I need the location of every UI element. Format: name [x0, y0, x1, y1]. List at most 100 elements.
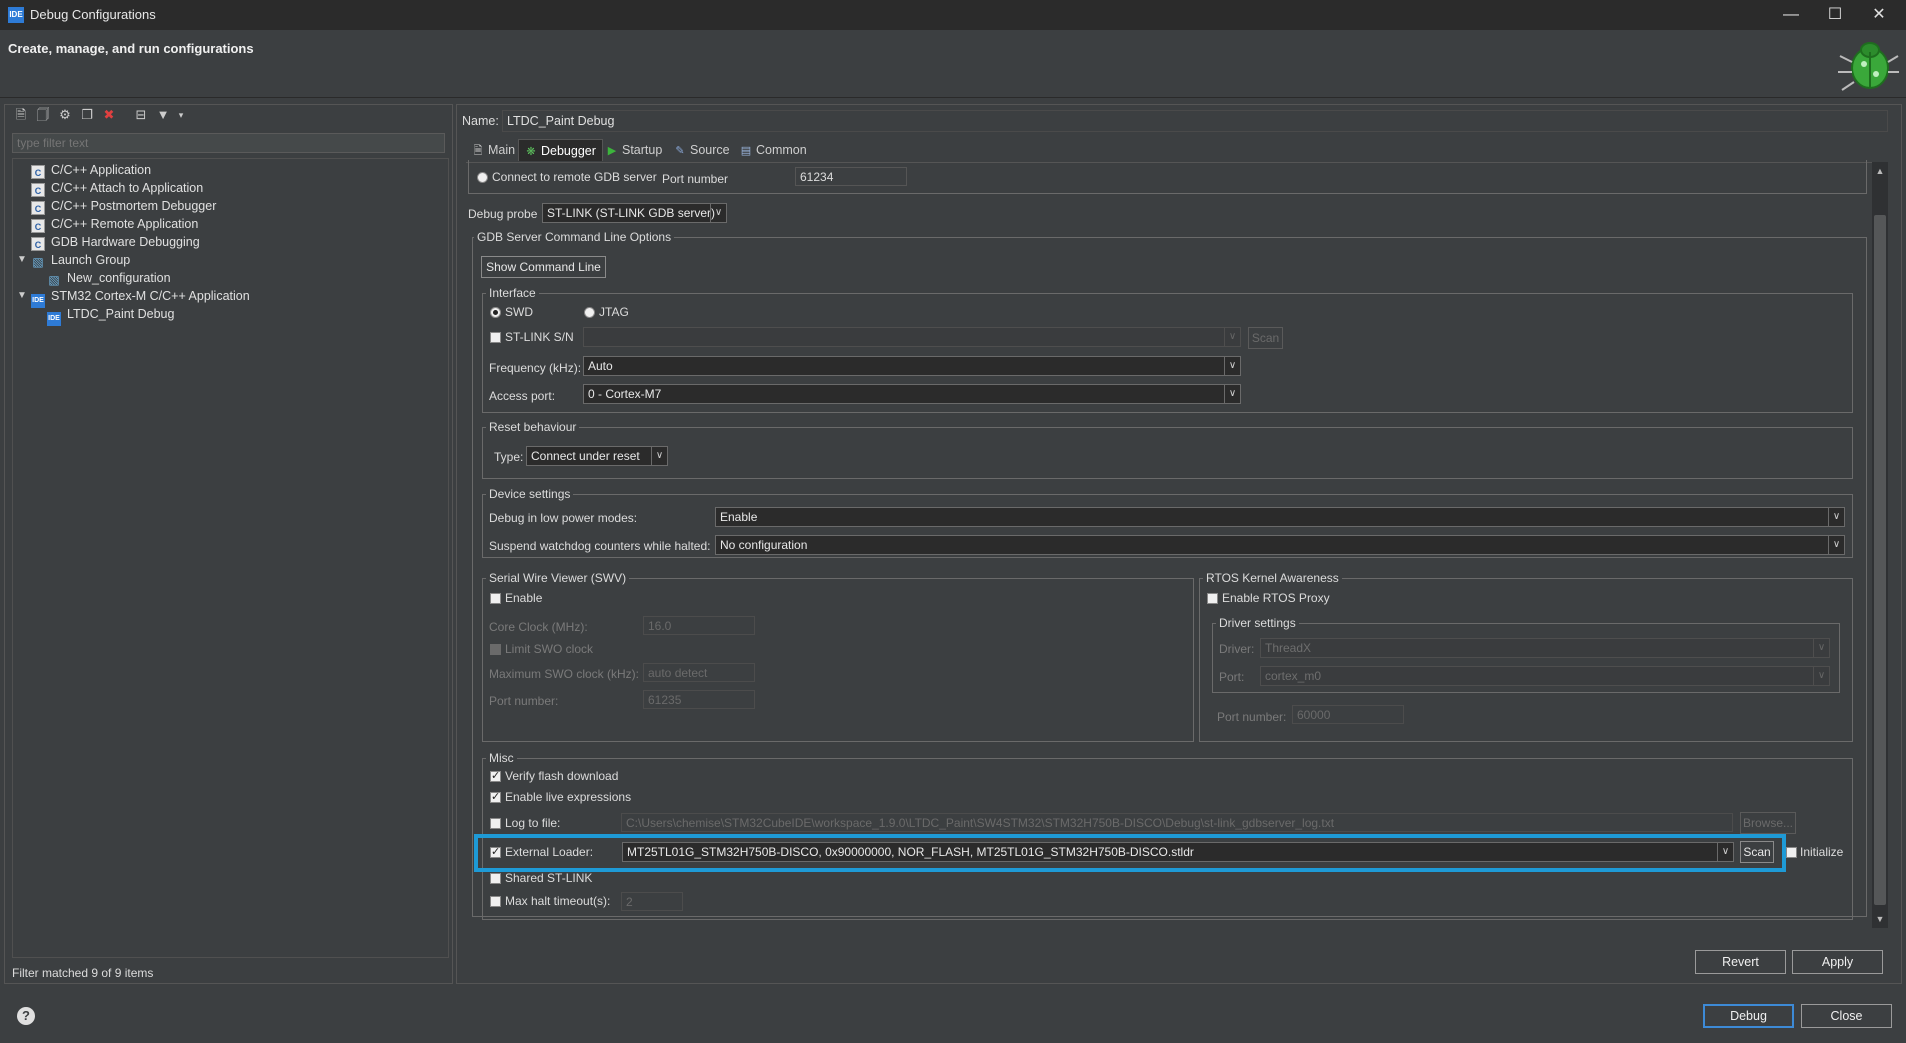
stlink-sn-checkbox[interactable] [490, 332, 501, 343]
swd-radio-selected[interactable] [490, 307, 501, 318]
play-icon: ▶ [607, 145, 617, 157]
delete-icon[interactable]: ✖ [100, 106, 118, 124]
verify-flash-checkbox[interactable] [490, 769, 501, 782]
app-ide-icon: IDE [8, 7, 24, 23]
revert-button[interactable]: Revert [1695, 950, 1786, 974]
apply-button[interactable]: Apply [1792, 950, 1883, 974]
tree-item-cpp-attach[interactable]: C C/C++ Attach to Application [31, 179, 203, 197]
access-port-select[interactable]: 0 - Cortex-M7 ∨ [583, 384, 1241, 404]
duplicate-icon[interactable]: ❐ [78, 106, 96, 124]
debug-probe-label: Debug probe [468, 207, 538, 221]
swv-enable-checkbox[interactable] [490, 593, 501, 604]
export-icon[interactable]: ⚙ [56, 106, 74, 124]
misc-title: Misc [486, 751, 517, 765]
scroll-up-icon[interactable]: ▲ [1874, 164, 1886, 178]
scrollbar-thumb[interactable] [1874, 215, 1886, 905]
ide-icon: IDE [47, 312, 61, 326]
help-icon[interactable]: ? [17, 1007, 35, 1025]
tree-item-ltdc-paint-debug[interactable]: IDE LTDC_Paint Debug [47, 305, 174, 326]
rtos-proxy-checkbox[interactable] [1207, 593, 1218, 604]
gdb-server-options-title: GDB Server Command Line Options [474, 230, 675, 244]
core-clock-input[interactable]: 16.0 [643, 616, 755, 635]
remote-port-label: Port number [662, 172, 729, 186]
dialog-heading: Create, manage, and run configurations [8, 41, 254, 56]
driver-select[interactable]: ThreadX ∨ [1260, 638, 1830, 658]
stlink-sn-select[interactable]: ∨ [583, 327, 1241, 347]
max-halt-input[interactable]: 2 [621, 892, 683, 911]
tree-item-cpp-application[interactable]: C C/C++ Application [31, 161, 151, 179]
live-expressions-checkbox[interactable] [490, 790, 501, 803]
filter-menu-chevron-icon[interactable]: ▾ [172, 106, 190, 124]
expand-chevron-icon[interactable]: ▼ [17, 287, 29, 305]
c-config-icon: C [31, 165, 45, 179]
filter-icon[interactable]: ▼ [154, 106, 172, 124]
tree-item-launch-group[interactable]: ▧ Launch Group [31, 251, 130, 269]
scroll-down-icon[interactable]: ▼ [1874, 912, 1886, 926]
tree-item-cpp-remote[interactable]: C C/C++ Remote Application [31, 215, 198, 233]
c-config-icon: C [31, 219, 45, 233]
close-window-button[interactable]: ✕ [1856, 0, 1902, 30]
max-halt-checkbox[interactable] [490, 896, 501, 907]
driver-settings-title: Driver settings [1216, 616, 1299, 630]
watchdog-label: Suspend watchdog counters while halted: [489, 539, 711, 553]
name-input[interactable]: LTDC_Paint Debug [502, 110, 1888, 132]
remote-port-input[interactable]: 61234 [795, 167, 907, 186]
tree-item-new-configuration[interactable]: ▧ New_configuration [47, 269, 170, 287]
reset-behaviour-title: Reset behaviour [486, 420, 580, 434]
new-prototype-icon[interactable]: 🗍 [34, 106, 52, 124]
initialize-checkbox[interactable] [1786, 847, 1797, 858]
tree-item-cpp-postmortem[interactable]: C C/C++ Postmortem Debugger [31, 197, 216, 215]
tab-main[interactable]: 🗎 Main [466, 139, 521, 161]
expand-chevron-icon[interactable]: ▼ [17, 251, 29, 269]
minimize-button[interactable]: — [1768, 0, 1814, 30]
show-command-line-button[interactable]: Show Command Line [481, 256, 606, 278]
close-button[interactable]: Close [1801, 1004, 1892, 1028]
reset-type-select[interactable]: Connect under reset ∨ [526, 446, 668, 466]
reset-type-label: Type: [494, 450, 524, 464]
limit-swo-checkbox[interactable] [490, 644, 501, 655]
frequency-select[interactable]: Auto ∨ [583, 356, 1241, 376]
tree-item-stm32-cortex-m[interactable]: IDE STM32 Cortex-M C/C++ Application [31, 287, 250, 308]
chevron-down-icon: ∨ [1828, 536, 1844, 554]
source-icon: ✎ [675, 145, 685, 157]
jtag-radio[interactable] [584, 307, 595, 318]
device-settings-title: Device settings [486, 487, 574, 501]
launch-group-icon: ▧ [32, 255, 44, 269]
tab-debugger[interactable]: ❋ Debugger [518, 139, 603, 161]
name-label: Name: [462, 114, 499, 128]
tab-source[interactable]: ✎ Source [668, 139, 736, 161]
external-loader-highlight [474, 834, 1786, 872]
log-to-file-label: Log to file: [505, 816, 561, 830]
debug-button[interactable]: Debug [1703, 1004, 1794, 1028]
filter-input[interactable] [12, 133, 445, 153]
low-power-label: Debug in low power modes: [489, 511, 638, 525]
maximize-button[interactable]: ☐ [1812, 0, 1858, 30]
chevron-down-icon: ∨ [710, 204, 726, 222]
low-power-select[interactable]: Enable ∨ [715, 507, 1845, 527]
log-to-file-checkbox[interactable] [490, 818, 501, 829]
new-config-icon[interactable]: 🗎 [12, 106, 30, 124]
rtos-port-select[interactable]: cortex_m0 ∨ [1260, 666, 1830, 686]
debug-probe-select[interactable]: ST-LINK (ST-LINK GDB server) ∨ [542, 203, 727, 223]
rtos-port-label: Port: [1219, 670, 1245, 684]
max-swo-input[interactable]: auto detect [643, 663, 755, 682]
configuration-tree: C C/C++ Application C C/C++ Attach to Appl… [12, 158, 449, 958]
stlink-scan-button[interactable]: Scan [1248, 327, 1283, 349]
log-file-path-input[interactable]: C:\Users\chemise\STM32CubeIDE\workspace_… [621, 813, 1733, 832]
tab-startup[interactable]: ▶ Startup [600, 139, 668, 161]
chevron-down-icon: ∨ [651, 447, 667, 465]
shared-stlink-checkbox[interactable] [490, 873, 501, 884]
browse-button[interactable]: Browse... [1740, 812, 1796, 834]
shared-stlink-label: Shared ST-LINK [505, 871, 593, 885]
swv-port-input[interactable]: 61235 [643, 690, 755, 709]
tab-common[interactable]: ▤ Common [734, 139, 813, 161]
rtos-port-number-input[interactable]: 60000 [1292, 705, 1404, 724]
watchdog-select[interactable]: No configuration ∨ [715, 535, 1845, 555]
connect-remote-gdb-radio[interactable] [477, 172, 488, 183]
window-titlebar: IDE Debug Configurations — ☐ ✕ [0, 0, 1906, 30]
driver-label: Driver: [1219, 642, 1255, 656]
tree-item-gdb-hardware[interactable]: C GDB Hardware Debugging [31, 233, 200, 251]
live-expressions-label: Enable live expressions [505, 790, 632, 804]
collapse-all-icon[interactable]: ⊟ [132, 106, 150, 124]
initialize-label: Initialize [1800, 845, 1844, 859]
